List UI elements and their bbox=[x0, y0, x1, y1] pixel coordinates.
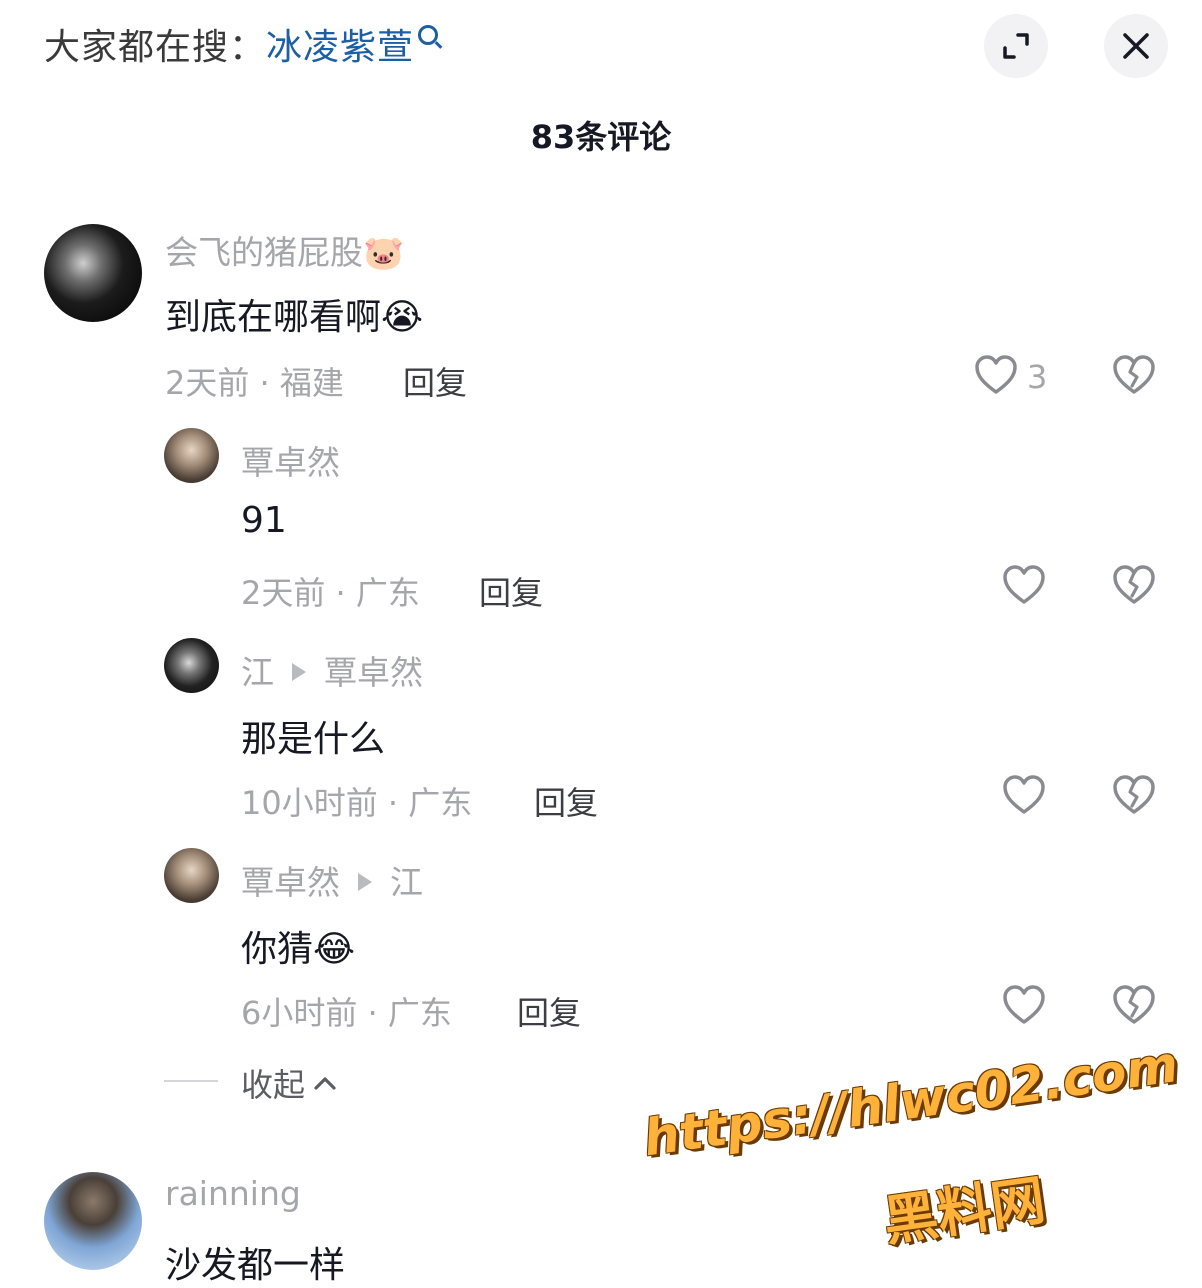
comment-username[interactable]: rainning bbox=[165, 1174, 301, 1213]
comment-text: 沙发都一样 bbox=[165, 1245, 346, 1286]
search-suggestion[interactable]: 大家都在搜：冰凌紫萱 bbox=[44, 18, 439, 70]
close-button[interactable] bbox=[1104, 14, 1168, 78]
broken-heart-icon bbox=[1113, 775, 1155, 814]
watermark-url: https://hlwc02.com bbox=[640, 1035, 1182, 1168]
avatar[interactable] bbox=[164, 638, 219, 693]
reply-arrow-icon bbox=[292, 662, 306, 681]
like-button[interactable] bbox=[1002, 564, 1046, 610]
avatar[interactable] bbox=[44, 1172, 142, 1270]
comment-username[interactable]: 会飞的猪屁股🐷 bbox=[165, 226, 404, 274]
like-count: 3 bbox=[1027, 358, 1048, 396]
comment-username[interactable]: 江 bbox=[241, 653, 274, 692]
chevron-up-icon bbox=[314, 1077, 336, 1090]
avatar[interactable] bbox=[164, 428, 219, 483]
reply-target-username[interactable]: 江 bbox=[390, 863, 423, 902]
search-term-link[interactable]: 冰凌紫萱 bbox=[266, 27, 414, 68]
reply-button[interactable]: 回复 bbox=[403, 358, 467, 404]
comment-text: 你猜😂 bbox=[241, 929, 356, 970]
reply-button[interactable]: 回复 bbox=[517, 988, 581, 1034]
comment-text: 91 bbox=[241, 500, 287, 541]
watermark-site-name: 黑料网 bbox=[879, 1168, 1050, 1254]
broken-heart-icon bbox=[1113, 985, 1155, 1024]
comment-item bbox=[44, 224, 142, 322]
heart-icon bbox=[1003, 775, 1045, 814]
collapse-label: 收起 bbox=[241, 1066, 306, 1104]
expand-icon bbox=[1003, 33, 1029, 59]
search-prefix-label: 大家都在搜： bbox=[44, 27, 267, 68]
collapse-divider bbox=[164, 1080, 218, 1082]
avatar[interactable] bbox=[44, 224, 142, 322]
comment-text: 那是什么 bbox=[241, 719, 386, 760]
comment-meta: 6小时前 · 广东 bbox=[241, 994, 452, 1032]
comment-meta: 10小时前 · 广东 bbox=[241, 784, 473, 822]
comment-meta: 2天前 · 福建 bbox=[165, 364, 344, 402]
reply-button[interactable]: 回复 bbox=[534, 778, 598, 824]
heart-icon bbox=[975, 355, 1017, 394]
reply-arrow-icon bbox=[358, 872, 372, 891]
collapse-button[interactable]: 收起 bbox=[241, 1060, 339, 1106]
comment-username-line: 覃卓然 江 bbox=[241, 856, 423, 904]
dislike-button[interactable] bbox=[1112, 984, 1156, 1030]
dislike-button[interactable] bbox=[1112, 354, 1156, 400]
comment-username[interactable]: 覃卓然 bbox=[241, 436, 340, 484]
avatar[interactable] bbox=[164, 848, 219, 903]
comment-meta: 2天前 · 广东 bbox=[241, 574, 420, 612]
comment-text: 到底在哪看啊😭 bbox=[165, 297, 424, 338]
like-button[interactable] bbox=[1002, 984, 1046, 1030]
reply-target-username[interactable]: 覃卓然 bbox=[324, 653, 423, 692]
comment-username[interactable]: 覃卓然 bbox=[241, 863, 340, 902]
like-button[interactable] bbox=[1002, 774, 1046, 820]
expand-button[interactable] bbox=[984, 14, 1048, 78]
comment-count-title: 83条评论 bbox=[530, 118, 672, 156]
heart-icon bbox=[1003, 985, 1045, 1024]
like-button[interactable] bbox=[974, 354, 1018, 400]
broken-heart-icon bbox=[1113, 565, 1155, 604]
heart-icon bbox=[1003, 565, 1045, 604]
close-icon bbox=[1123, 33, 1149, 59]
dislike-button[interactable] bbox=[1112, 564, 1156, 610]
comment-username-line: 江 覃卓然 bbox=[241, 646, 423, 694]
dislike-button[interactable] bbox=[1112, 774, 1156, 820]
reply-button[interactable]: 回复 bbox=[479, 568, 543, 614]
search-icon bbox=[418, 25, 439, 45]
broken-heart-icon bbox=[1113, 355, 1155, 394]
